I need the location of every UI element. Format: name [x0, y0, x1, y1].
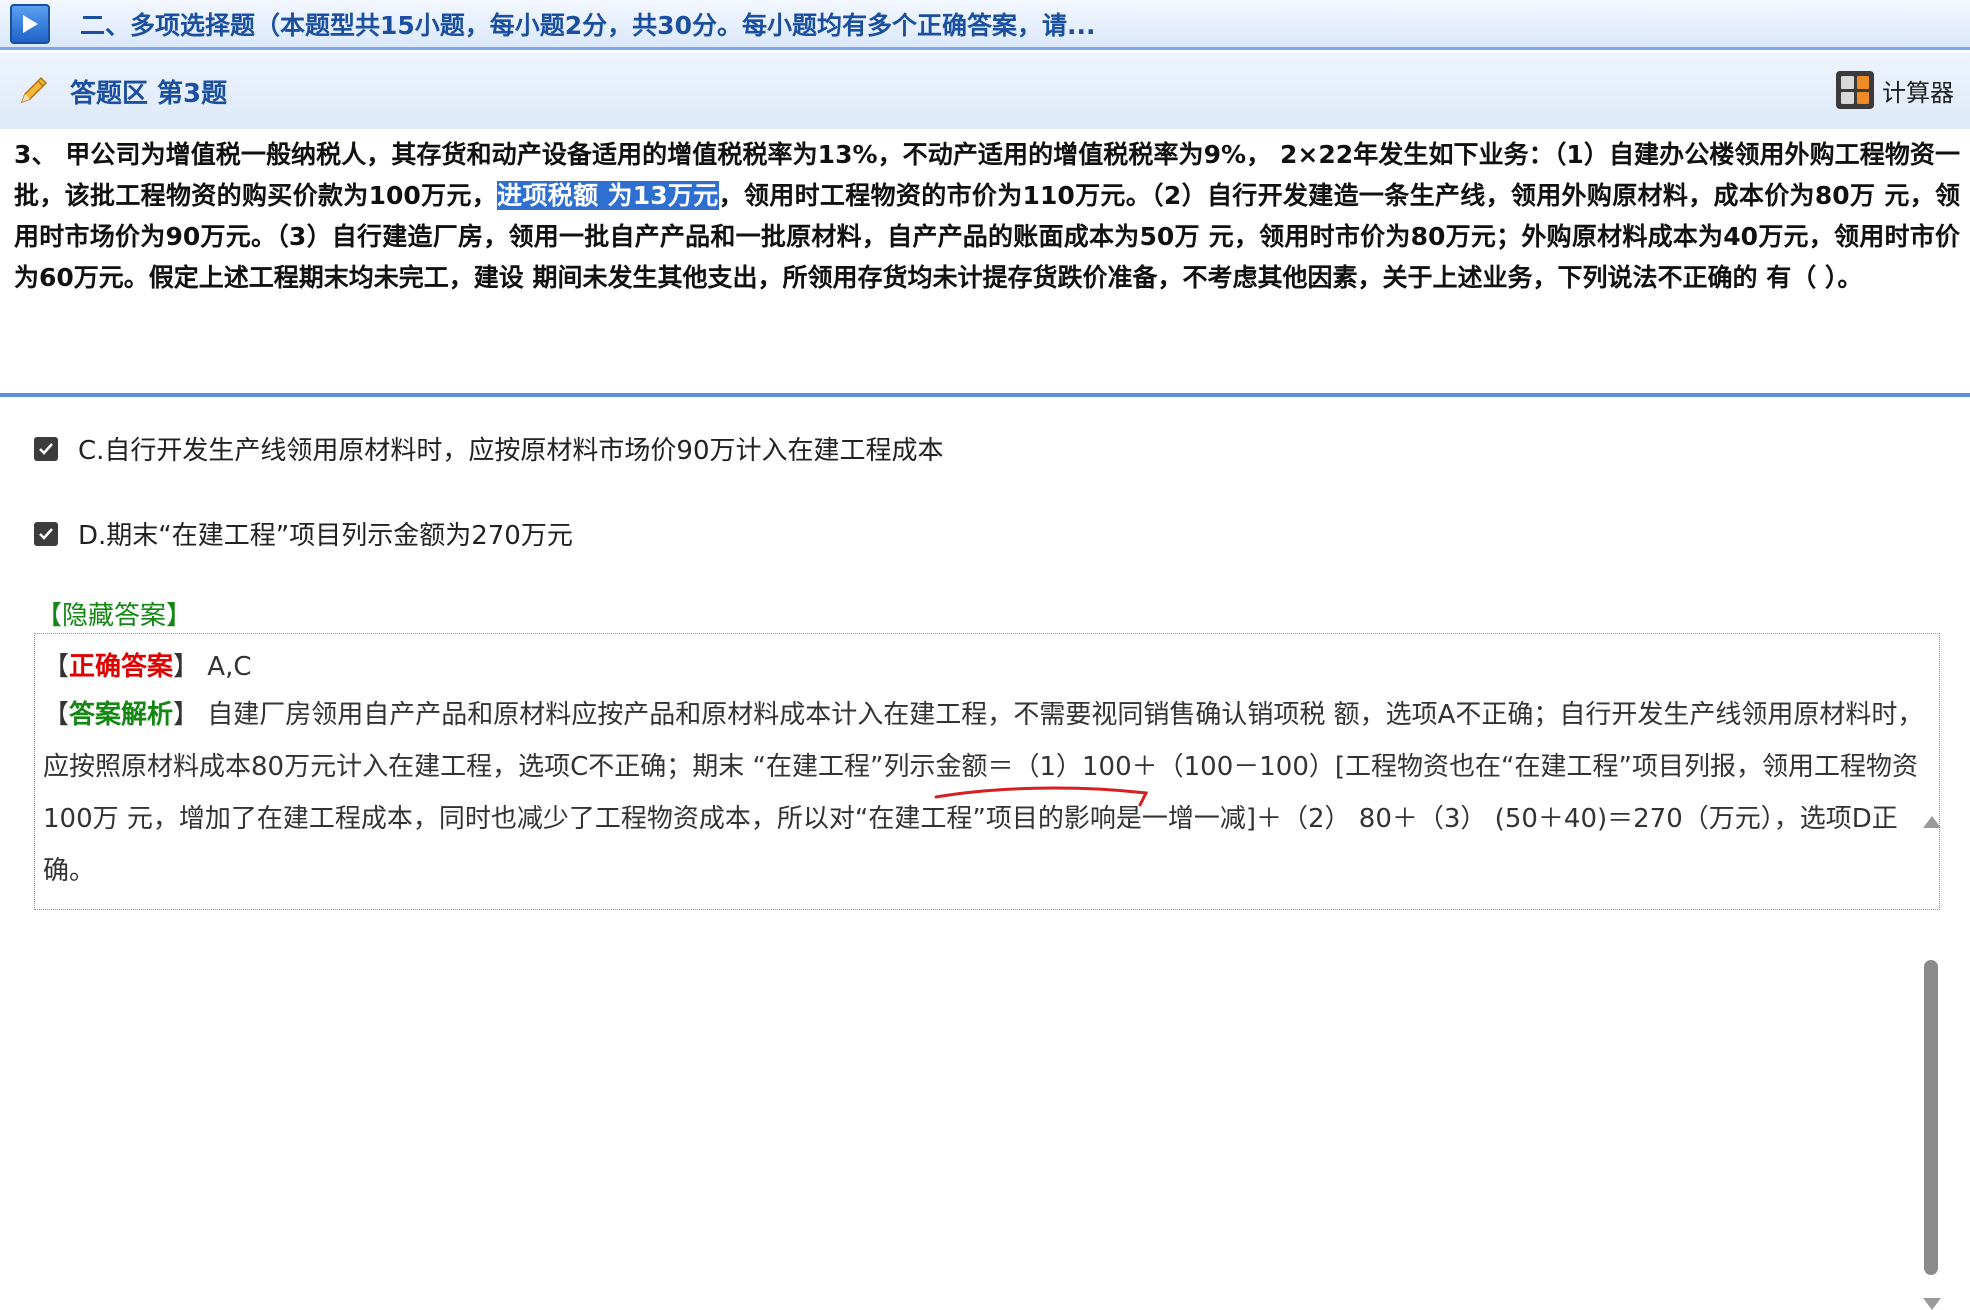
option-d-label: D.期末“在建工程”项目列示金额为270万元	[78, 521, 573, 551]
bracket: 】	[173, 700, 200, 730]
correct-answer-value: A,C	[199, 652, 252, 682]
calculator-icon	[1836, 71, 1874, 109]
play-icon[interactable]	[10, 3, 50, 44]
section-header-bar: 二、多项选择题（本题型共15小题，每小题2分，共30分。每小题均有多个正确答案，…	[0, 0, 1970, 50]
pencil-icon	[20, 76, 48, 104]
answer-area-header: 答题区 第3题 计算器	[0, 53, 1970, 129]
checkbox-checked-icon[interactable]	[34, 436, 58, 461]
options-panel: C.自行开发生产线领用原材料时，应按原材料市场价90万计入在建工程成本 D.期末…	[0, 400, 1944, 1310]
correct-answer-label: 正确答案	[69, 652, 174, 682]
scroll-thumb[interactable]	[1924, 960, 1938, 1275]
calculator-button[interactable]: 计算器	[1836, 71, 1954, 109]
hidden-answer-toggle[interactable]: 【隐藏答案】	[36, 595, 192, 632]
vertical-scrollbar[interactable]	[1918, 810, 1944, 1310]
answer-area-title: 答题区 第3题	[70, 78, 228, 109]
bracket: 】	[173, 652, 200, 682]
section-title: 二、多项选择题（本题型共15小题，每小题2分，共30分。每小题均有多个正确答案，…	[80, 10, 1096, 40]
divider	[0, 393, 1970, 397]
bracket: 【	[43, 652, 70, 682]
answer-box: 【正确答案】 A,C 【答案解析】 自建厂房领用自产产品和原材料应按产品和原材料…	[34, 633, 1940, 910]
question-highlighted-text: 进项税额 为13万元	[497, 181, 719, 210]
option-c-label: C.自行开发生产线领用原材料时，应按原材料市场价90万计入在建工程成本	[78, 436, 944, 466]
question-stem: 3、 甲公司为增值税一般纳税人，其存货和动产设备适用的增值税税率为13%，不动产…	[14, 134, 1960, 298]
scroll-down-arrow-icon[interactable]	[1923, 1298, 1941, 1310]
explanation-body: 自建厂房领用自产产品和原材料应按产品和原材料成本计入在建工程，不需要视同销售确认…	[43, 700, 1924, 886]
calculator-label: 计算器	[1882, 78, 1954, 107]
option-c[interactable]: C.自行开发生产线领用原材料时，应按原材料市场价90万计入在建工程成本	[34, 430, 944, 467]
correct-answer-line: 【正确答案】 A,C	[43, 646, 252, 683]
checkbox-checked-icon[interactable]	[34, 521, 58, 546]
explanation-label: 答案解析	[69, 700, 174, 730]
scroll-up-arrow-icon[interactable]	[1923, 816, 1941, 828]
explanation-text: 【答案解析】 自建厂房领用自产产品和原材料应按产品和原材料成本计入在建工程，不需…	[43, 689, 1933, 897]
option-d[interactable]: D.期末“在建工程”项目列示金额为270万元	[34, 515, 573, 552]
bracket: 【	[43, 700, 70, 730]
